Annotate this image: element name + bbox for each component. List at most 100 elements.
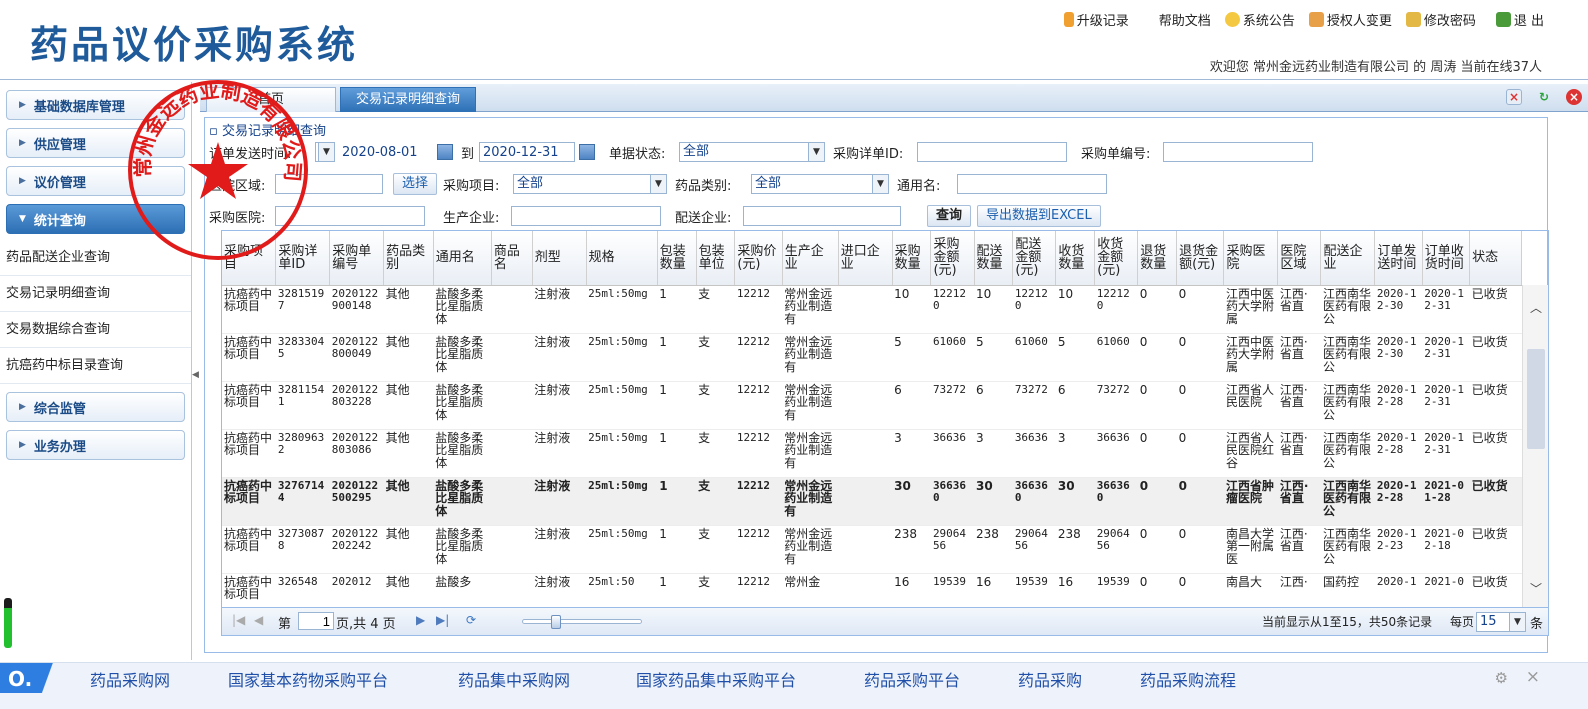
hospital-region-input[interactable] [275, 174, 383, 194]
column-header[interactable]: 医院区域 [1277, 231, 1322, 286]
column-header[interactable]: 订单收货时间 [1422, 231, 1471, 286]
column-header[interactable]: 规格 [586, 231, 658, 286]
bottom-link-7[interactable]: 药品采购流程 [1140, 667, 1236, 691]
column-header[interactable]: 退货数量 [1137, 231, 1178, 286]
select-region-button[interactable]: 选择 [393, 173, 438, 195]
column-header[interactable]: 采购数量 [892, 231, 932, 286]
calendar-icon[interactable] [579, 144, 595, 160]
tab-home[interactable]: 首页 [206, 87, 336, 112]
upgrade-log-link[interactable]: 升级记录 [1063, 10, 1129, 29]
announcement-link[interactable]: 系统公告 [1224, 10, 1295, 29]
column-header[interactable]: 进口企业 [838, 231, 893, 286]
vertical-scrollbar[interactable]: ︿ ﹀ [1522, 285, 1548, 607]
drug-category-select[interactable]: 全部 ▼ [751, 174, 889, 194]
slider-knob[interactable] [550, 615, 561, 629]
column-header[interactable]: 包装数量 [657, 231, 697, 286]
nav-group-statistics[interactable]: ▼ 统计查询 [6, 204, 185, 234]
column-header[interactable]: 采购价(元) [734, 231, 783, 286]
table-row[interactable]: 抗癌药中标项目 32730878 2020122202242 其他 盐酸多柔比星脂质体注… [222, 525, 1522, 574]
table-row[interactable]: 抗癌药中标项目 32833045 2020122800049 其他 盐酸多柔比星脂质体注… [222, 333, 1522, 382]
close-tab-icon[interactable]: × [1506, 89, 1522, 105]
refresh-icon[interactable]: ⟳ [466, 613, 476, 627]
scroll-up-icon[interactable]: ︿ [1530, 299, 1542, 316]
table-row[interactable]: 抗癌药中标项目 32815197 2020122900148 其他 盐酸多柔比星脂质体注… [222, 285, 1522, 334]
sidebar-collapse-icon[interactable]: ◀ [192, 370, 200, 390]
nav-group-supply[interactable]: ▶ 供应管理 [6, 128, 185, 158]
sidebar-item-transaction-summary[interactable]: 交易数据综合查询 [0, 312, 191, 348]
detail-id-input[interactable] [917, 142, 1067, 162]
sidebar-item-anticancer-catalog[interactable]: 抗癌药中标目录查询 [0, 348, 191, 384]
column-header[interactable]: 收货数量 [1055, 231, 1096, 286]
column-header[interactable]: 采购项目 [222, 231, 277, 286]
table-cell: 25ml:50mg [586, 285, 658, 334]
page-slider[interactable] [522, 615, 642, 629]
order-time-type-select[interactable]: ▼ [315, 142, 335, 162]
bottom-logo[interactable]: O. [0, 663, 64, 693]
order-no-input[interactable] [1163, 142, 1313, 162]
calendar-icon[interactable] [437, 144, 453, 160]
column-header[interactable]: 采购详单ID [275, 231, 331, 286]
page-number-input[interactable] [298, 612, 334, 630]
export-excel-button[interactable]: 导出数据到EXCEL [977, 205, 1101, 227]
tab-transaction-detail[interactable]: 交易记录明细查询 [340, 87, 476, 112]
table-row[interactable]: 抗癌药中标项目 32811541 2020122803228 其他 盐酸多柔比星脂质体注… [222, 381, 1522, 430]
first-page-icon[interactable]: |◀ [232, 613, 245, 627]
last-page-icon[interactable]: ▶| [436, 613, 449, 627]
logout-link[interactable]: 退 出 [1495, 10, 1544, 29]
close-all-icon[interactable]: × [1566, 89, 1582, 105]
sidebar-item-transaction-detail[interactable]: 交易记录明细查询 [0, 276, 191, 312]
refresh-icon[interactable]: ↻ [1536, 89, 1552, 105]
next-page-icon[interactable]: ▶ [416, 613, 425, 627]
column-header[interactable]: 状态 [1469, 231, 1522, 286]
nav-group-basic-db[interactable]: ▶ 基础数据库管理 [6, 90, 185, 120]
scroll-down-icon[interactable]: ﹀ [1530, 580, 1542, 597]
date-to-input[interactable] [479, 142, 575, 162]
column-header[interactable]: 通用名 [433, 231, 492, 286]
close-icon[interactable]: × [1526, 667, 1540, 687]
nav-group-bargain[interactable]: ▶ 议价管理 [6, 166, 185, 196]
prev-page-icon[interactable]: ◀ [254, 613, 263, 627]
table-row[interactable]: 抗癌药中标项目 32809632 2020122803086 其他 盐酸多柔比星脂质体注… [222, 429, 1522, 478]
per-page-select[interactable]: 15 ▼ [1476, 612, 1526, 632]
generic-name-input[interactable] [957, 174, 1107, 194]
column-header[interactable]: 收货金额(元) [1094, 231, 1139, 286]
date-from-input[interactable] [339, 142, 435, 162]
query-button[interactable]: 查询 [927, 205, 972, 227]
table-row[interactable]: 抗癌药中标项目 32767144 2020122500295 其他 盐酸多柔比星脂质体注… [222, 477, 1522, 526]
column-header[interactable]: 退货金额(元) [1176, 231, 1225, 286]
column-header[interactable]: 采购医院 [1223, 231, 1279, 286]
column-header[interactable]: 配送企业 [1320, 231, 1376, 286]
bottom-link-4[interactable]: 国家药品集中采购平台 [636, 667, 796, 691]
column-header[interactable]: 配送金额(元) [1012, 231, 1057, 286]
column-header[interactable]: 剂型 [532, 231, 587, 286]
authorizer-change-link[interactable]: 授权人变更 [1308, 10, 1392, 29]
user-switch-icon [1308, 12, 1324, 27]
scroll-thumb[interactable] [1527, 349, 1545, 449]
column-header[interactable]: 配送数量 [974, 231, 1014, 286]
bottom-link-6[interactable]: 药品采购 [1018, 667, 1082, 691]
purchase-item-select[interactable]: 全部 ▼ [513, 174, 667, 194]
bottom-link-2[interactable]: 国家基本药物采购平台 [228, 667, 388, 691]
nav-group-business[interactable]: ▶ 业务办理 [6, 430, 185, 460]
hospital-input[interactable] [275, 206, 425, 226]
column-header[interactable]: 包装单位 [696, 231, 736, 286]
distributor-input[interactable] [743, 206, 901, 226]
bottom-link-3[interactable]: 药品集中采购网 [458, 667, 570, 691]
table-row[interactable]: 抗癌药中标项目 326548 202012 其他 盐酸多 注射液 25ml:50 1 支 1221… [222, 573, 1522, 607]
bottom-link-1[interactable]: 药品采购网 [90, 667, 170, 691]
manufacturer-input[interactable] [511, 206, 661, 226]
column-header[interactable]: 药品类别 [383, 231, 434, 286]
column-header[interactable]: 生产企业 [782, 231, 839, 286]
help-docs-link[interactable]: 帮助文档 [1159, 10, 1211, 29]
doc-status-select[interactable]: 全部 ▼ [679, 142, 825, 162]
column-header[interactable]: 采购金额(元) [930, 231, 975, 286]
exit-icon [1495, 12, 1511, 27]
column-header[interactable]: 商品名 [491, 231, 533, 286]
column-header[interactable]: 采购单编号 [329, 231, 385, 286]
nav-group-supervision[interactable]: ▶ 综合监管 [6, 392, 185, 422]
sidebar-item-distributor-query[interactable]: 药品配送企业查询 [0, 240, 191, 276]
bottom-link-5[interactable]: 药品采购平台 [864, 667, 960, 691]
change-password-link[interactable]: 修改密码 [1405, 10, 1476, 29]
gear-icon[interactable]: ⚙ [1495, 669, 1508, 687]
column-header[interactable]: 订单发送时间 [1374, 231, 1423, 286]
